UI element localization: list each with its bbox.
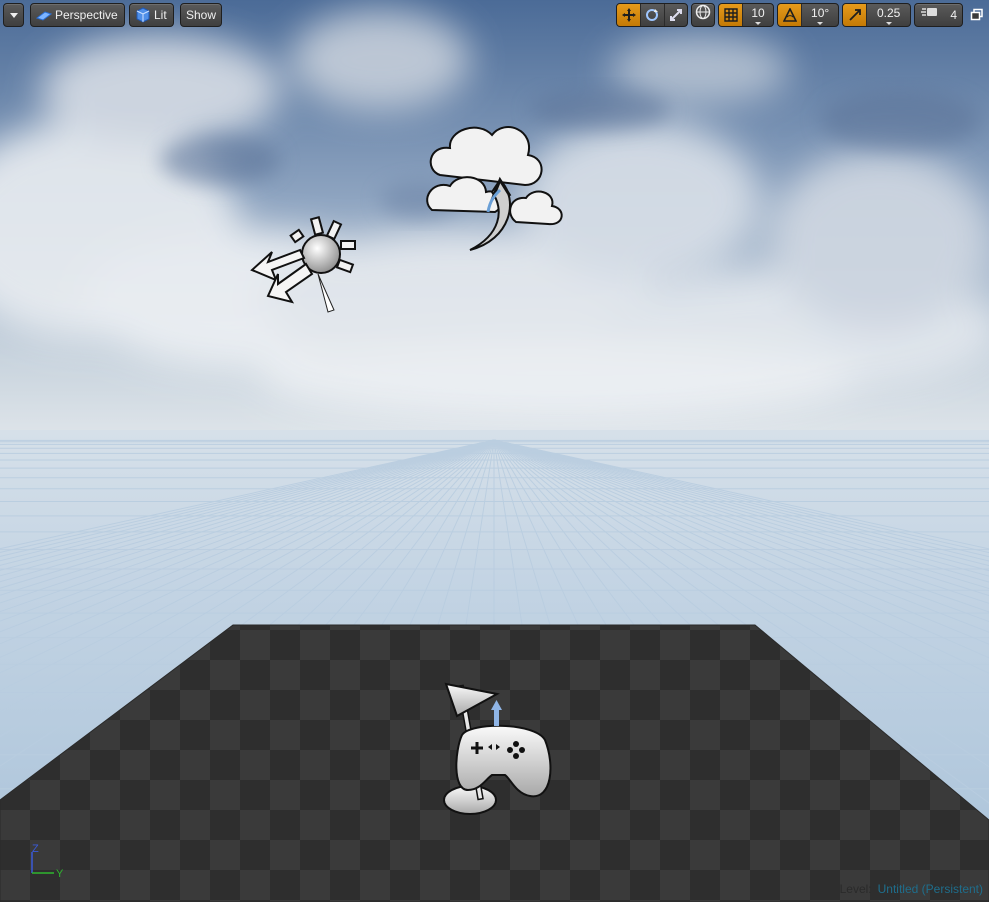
axis-z-label: Z xyxy=(32,843,39,855)
level-viewport[interactable]: Z Y Perspective Lit Show 10 10° 0.25 4 L… xyxy=(0,0,989,902)
lit-label: Lit xyxy=(154,8,167,22)
view-mode-button[interactable]: Lit xyxy=(129,3,174,27)
rotation-snap-value: 10° xyxy=(811,6,830,20)
level-label: Level: xyxy=(839,882,872,896)
rotation-snap-group: 10° xyxy=(777,3,839,27)
grid-snap-value-dropdown[interactable]: 10 xyxy=(742,4,773,26)
translate-icon[interactable] xyxy=(617,4,641,26)
camera-speed-value: 4 xyxy=(950,8,957,22)
grid-snap-value: 10 xyxy=(751,6,765,20)
perspective-camera-icon xyxy=(36,7,52,23)
level-name: Untitled (Persistent) xyxy=(877,882,983,896)
viewport-options-button[interactable] xyxy=(3,3,24,27)
grid-snap-group: 10 xyxy=(718,3,774,27)
show-label: Show xyxy=(186,8,217,22)
scale-snap-value: 0.25 xyxy=(876,6,901,20)
level-status: Level: Untitled (Persistent) xyxy=(840,882,983,896)
show-button[interactable]: Show xyxy=(180,3,223,27)
perspective-label: Perspective xyxy=(55,8,118,22)
scene-render: Z Y xyxy=(0,0,989,902)
camera-speed-icon xyxy=(921,4,939,26)
perspective-button[interactable]: Perspective xyxy=(30,3,125,27)
rotate-icon[interactable] xyxy=(640,4,663,26)
rotation-snap-icon[interactable] xyxy=(778,4,802,26)
scale-icon[interactable] xyxy=(663,4,687,26)
grid-snap-icon[interactable] xyxy=(719,4,743,26)
coordinate-space-button[interactable] xyxy=(691,3,715,27)
camera-speed-button[interactable]: 4 xyxy=(914,3,963,27)
maximize-viewport-icon[interactable] xyxy=(970,8,984,22)
transform-tools xyxy=(616,3,688,27)
chevron-down-icon xyxy=(9,12,18,18)
scale-snap-value-dropdown[interactable]: 0.25 xyxy=(866,4,910,26)
axis-y-label: Y xyxy=(56,868,64,880)
scale-snap-group: 0.25 xyxy=(842,3,911,27)
world-globe-icon xyxy=(695,4,711,27)
scale-snap-icon[interactable] xyxy=(843,4,867,26)
rotation-snap-value-dropdown[interactable]: 10° xyxy=(801,4,838,26)
lit-cube-icon xyxy=(135,7,151,23)
